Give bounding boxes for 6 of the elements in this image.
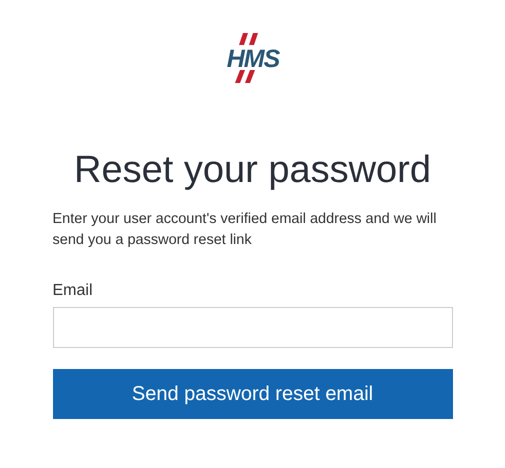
email-label: Email [52, 281, 94, 301]
logo: HMS [210, 33, 294, 85]
email-field[interactable] [52, 307, 452, 348]
page-title: Reset your password [73, 148, 432, 192]
send-reset-button[interactable]: Send password reset email [52, 369, 452, 419]
instructions-text: Enter your user account's verified email address and we will send you a password reset link [52, 210, 438, 250]
